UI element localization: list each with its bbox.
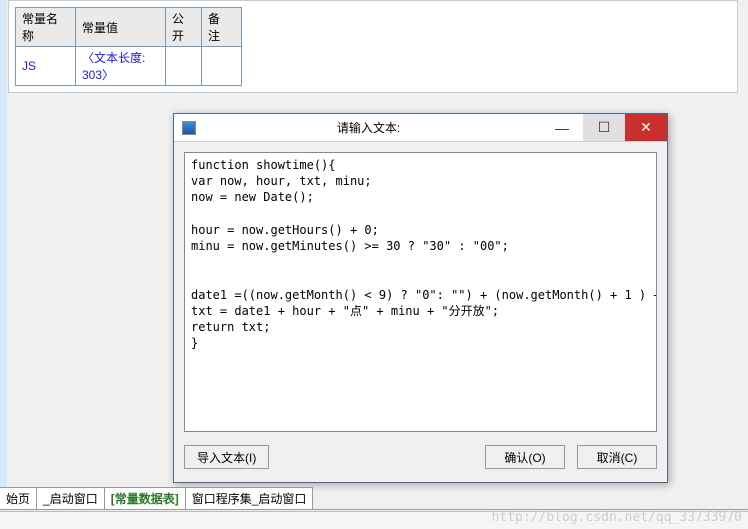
input-text-dialog: 请输入文本: — ☐ ✕ 导入文本(I) 确认(O) 取消(C) [173,113,668,483]
text-input-area[interactable] [184,152,657,432]
dialog-titlebar[interactable]: 请输入文本: — ☐ ✕ [174,114,667,142]
minimize-button[interactable]: — [541,114,583,141]
close-button[interactable]: ✕ [625,114,667,141]
th-public: 公开 [166,8,202,47]
cell-name[interactable]: JS [16,47,76,86]
constant-table-panel: 常量名称 常量值 公开 备 注 JS 〈文本长度: 303〉 [8,0,738,93]
bottom-tabs: 始页 _启动窗口 [常量数据表] 窗口程序集_启动窗口 [0,487,312,509]
th-name: 常量名称 [16,8,76,47]
th-note: 备 注 [202,8,242,47]
cell-note[interactable] [202,47,242,86]
tab-constant-data[interactable]: [常量数据表] [104,487,186,509]
dialog-title: 请输入文本: [196,119,541,136]
maximize-button[interactable]: ☐ [583,114,625,141]
cell-public[interactable] [166,47,202,86]
constant-table: 常量名称 常量值 公开 备 注 JS 〈文本长度: 303〉 [15,7,242,86]
tab-window-procs[interactable]: 窗口程序集_启动窗口 [185,487,314,509]
watermark-text: http://blog.csdn.net/qq_33733970 [492,510,742,525]
th-value: 常量值 [76,8,166,47]
cancel-button[interactable]: 取消(C) [577,445,657,469]
cell-value[interactable]: 〈文本长度: 303〉 [76,47,166,86]
ok-button[interactable]: 确认(O) [485,445,565,469]
app-icon [182,121,196,135]
tab-start-window[interactable]: _启动窗口 [36,487,105,509]
tab-start-page[interactable]: 始页 [0,487,37,509]
import-text-button[interactable]: 导入文本(I) [184,445,269,469]
table-row[interactable]: JS 〈文本长度: 303〉 [16,47,242,86]
